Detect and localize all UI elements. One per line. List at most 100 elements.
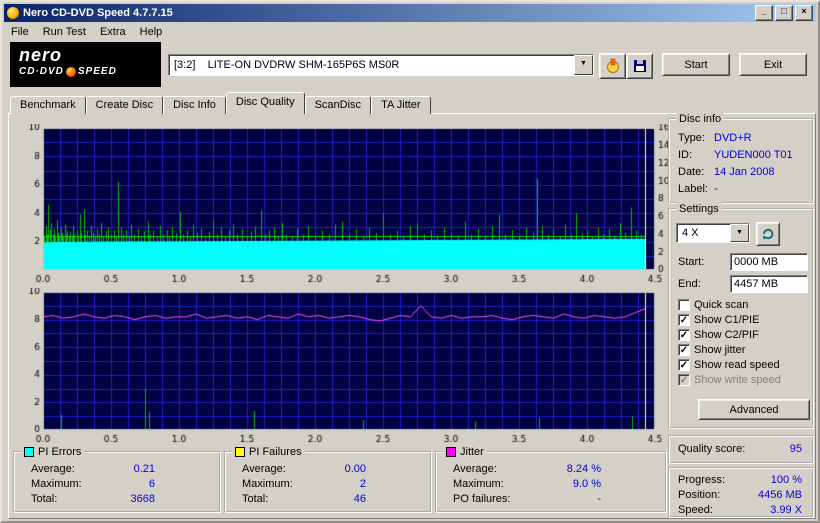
jitter-title: Jitter: [460, 445, 484, 458]
total-row: Total: 3668: [15, 493, 219, 506]
checkbox-label-show-jitter: Show jitter: [694, 343, 746, 356]
checkbox-box-show-c1-pie[interactable]: ✓: [678, 313, 690, 326]
tab-strip: Benchmark Create Disc Disc Info Disc Qualit…: [10, 92, 431, 114]
exit-button[interactable]: Exit: [739, 53, 807, 76]
total-value: 46: [353, 493, 366, 505]
minimize-button[interactable]: _: [755, 5, 773, 21]
menu-run-test[interactable]: Run Test: [36, 24, 93, 40]
label-row: Label: -: [670, 183, 812, 196]
maximize-button[interactable]: □: [775, 5, 793, 21]
total-value: 3668: [130, 493, 155, 505]
pi-errors-title: PI Errors: [38, 445, 82, 458]
start-button[interactable]: Start: [662, 53, 730, 76]
maximum-label: Maximum:: [242, 478, 293, 490]
tab-create-disc[interactable]: Create Disc: [85, 96, 164, 114]
menu-extra[interactable]: Extra: [93, 24, 133, 40]
maximum-value: 9.0 %: [572, 478, 601, 490]
logo-text-cddvd: CD·DVD: [19, 66, 64, 77]
advanced-button[interactable]: Advanced: [698, 399, 810, 420]
jitter-group-title: Jitter: [443, 445, 487, 458]
tab-benchmark[interactable]: Benchmark: [10, 96, 86, 114]
maximum-row: Maximum: 2: [226, 478, 430, 491]
jitter-swatch-icon: [446, 446, 456, 457]
tab-ta-jitter[interactable]: TA Jitter: [371, 96, 431, 114]
pi-failures-swatch-icon: [235, 446, 245, 457]
nero-flame-icon: [65, 66, 76, 77]
floppy-icon: [633, 60, 646, 72]
maximum-row: Maximum: 6: [15, 478, 219, 491]
menu-bar: File Run Test Extra Help: [4, 23, 816, 41]
logo-text-speed: SPEED: [77, 66, 117, 77]
pi-errors-group: PI Errors Average: 0.21 Maximum: 6 Total: 366…: [13, 445, 221, 513]
checkbox-quick-scan[interactable]: Quick scan: [678, 298, 748, 311]
scan-options: Quick scan ✓ Show C1/PIE ✓ Show C2/PIF ✓ Show …: [670, 210, 812, 427]
settings-group: Settings 4 X ▼ Start: End: Quick scan✓Sh…: [668, 202, 814, 429]
maximum-row: Maximum: 9.0 %: [437, 478, 665, 491]
speed-row: Speed: 3.99 X: [670, 504, 812, 517]
disc-info-group: Disc info Type: DVD+R ID: YUDEN000 T01 Date:…: [668, 112, 814, 204]
pi-errors-group-title: PI Errors: [21, 445, 85, 458]
checkbox-show-read-speed[interactable]: ✓ Show read speed: [678, 358, 780, 371]
date-value: 14 Jan 2008: [714, 166, 775, 178]
id-label: ID:: [678, 149, 693, 161]
speed-value: 3.99 X: [770, 504, 802, 516]
average-row: Average: 8.24 %: [437, 463, 665, 476]
average-value: 8.24 %: [566, 463, 601, 475]
type-row: Type: DVD+R: [670, 132, 812, 145]
label-label: Label:: [678, 183, 708, 195]
tab-disc-quality[interactable]: Disc Quality: [225, 92, 305, 114]
tab-disc-info[interactable]: Disc Info: [163, 96, 226, 114]
checkbox-box-quick-scan[interactable]: [678, 298, 690, 311]
checkbox-label-show-read-speed: Show read speed: [694, 358, 780, 371]
tab-scandisc[interactable]: ScanDisc: [304, 96, 372, 114]
logo-text-nero: nero: [19, 45, 63, 65]
pi-errors-chart: [11, 124, 669, 288]
checkbox-box-show-read-speed[interactable]: ✓: [678, 358, 690, 371]
total-label: Total:: [31, 493, 58, 505]
options-button[interactable]: [599, 53, 626, 79]
checkbox-label-show-c2-pif: Show C2/PIF: [694, 328, 759, 341]
checkbox-label-show-write-speed: Show write speed: [694, 373, 781, 386]
maximum-value: 2: [359, 478, 366, 490]
hand-icon: [606, 58, 619, 73]
checkbox-show-c2-pif[interactable]: ✓ Show C2/PIF: [678, 328, 759, 341]
po-failures-label: PO failures:: [453, 493, 511, 505]
id-row: ID: YUDEN000 T01: [670, 149, 812, 162]
checkbox-box-show-write-speed: ✓: [678, 373, 690, 386]
total-label: Total:: [242, 493, 269, 505]
checkbox-label-show-c1-pie: Show C1/PIE: [694, 313, 760, 326]
checkbox-show-c1-pie[interactable]: ✓ Show C1/PIE: [678, 313, 759, 326]
jitter-chart: [11, 288, 669, 448]
average-value: 0.00: [344, 463, 366, 475]
type-label: Type:: [678, 132, 705, 144]
checkbox-show-write-speed: ✓ Show write speed: [678, 373, 781, 386]
total-row: Total: 46: [226, 493, 430, 506]
average-label: Average:: [242, 463, 286, 475]
position-value: 4456 MB: [757, 489, 802, 501]
disc-info-title: Disc info: [679, 112, 722, 125]
average-value: 0.21: [133, 463, 155, 475]
title-bar: Nero CD-DVD Speed 4.7.7.15 _ □ ×: [4, 4, 816, 22]
average-row: Average: 0.21: [15, 463, 219, 476]
drive-select[interactable]: [3:2] LITE-ON DVDRW SHM-165P6S MS0R ▼: [168, 54, 594, 76]
checkbox-box-show-c2-pif[interactable]: ✓: [678, 328, 690, 341]
window-title: Nero CD-DVD Speed 4.7.7.15: [23, 7, 173, 19]
close-button[interactable]: ×: [795, 5, 813, 21]
nero-app-icon: [7, 7, 19, 19]
app-window: Nero CD-DVD Speed 4.7.7.15 _ □ × File Run…: [0, 0, 820, 523]
checkbox-show-jitter[interactable]: ✓ Show jitter: [678, 343, 745, 356]
checkbox-box-show-jitter[interactable]: ✓: [678, 343, 690, 356]
menu-help[interactable]: Help: [133, 24, 170, 40]
average-row: Average: 0.00: [226, 463, 430, 476]
average-label: Average:: [31, 463, 75, 475]
save-button[interactable]: [626, 53, 653, 79]
pi-errors-swatch-icon: [24, 446, 34, 457]
pi-failures-group-title: PI Failures: [232, 445, 305, 458]
pi-failures-title: PI Failures: [249, 445, 302, 458]
quality-score-group: Quality score: 95: [668, 435, 814, 464]
date-label: Date:: [678, 166, 705, 178]
disc-quality-panel: PI Errors Average: 0.21 Maximum: 6 Total: 366…: [8, 112, 816, 519]
speed-label: Speed:: [678, 504, 713, 516]
drive-select-arrow-icon[interactable]: ▼: [574, 55, 593, 75]
menu-file[interactable]: File: [4, 24, 36, 40]
